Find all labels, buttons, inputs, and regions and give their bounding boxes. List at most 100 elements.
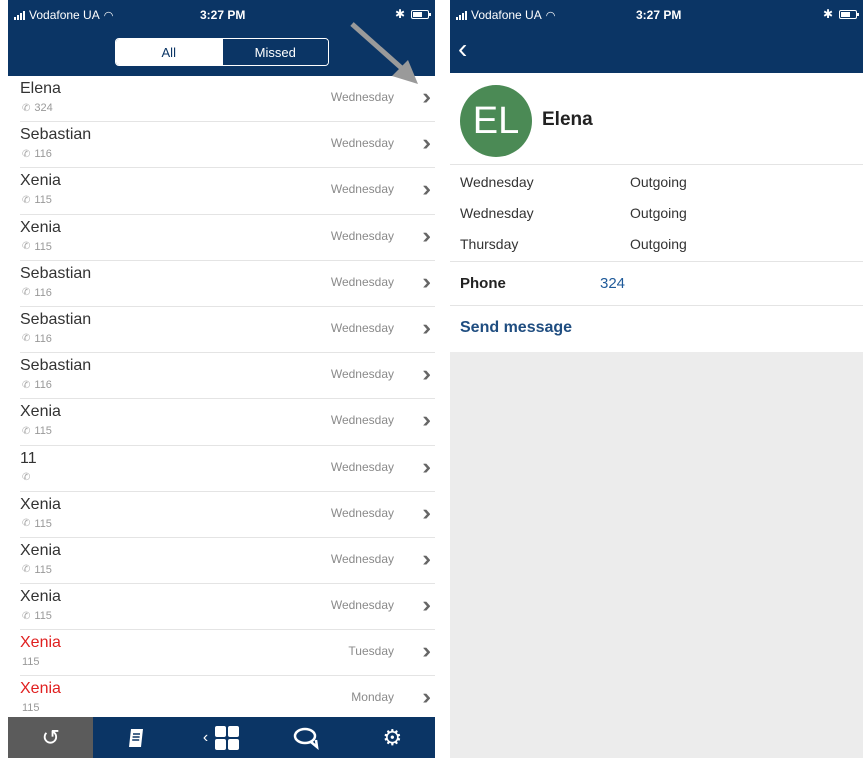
double-chevron-right-icon[interactable]: ›› xyxy=(422,546,430,572)
phone-icon: ✆ xyxy=(22,333,31,345)
status-time: 3:27 PM xyxy=(200,8,246,22)
call-row[interactable]: Sebastian ✆ 116 Wednesday ›› xyxy=(20,122,435,169)
caller-number: 324 xyxy=(34,102,53,114)
caller-number-line: 115 xyxy=(22,656,40,668)
call-day: Wednesday xyxy=(330,367,394,382)
history-day: Thursday xyxy=(460,236,519,252)
double-chevron-right-icon[interactable]: ›› xyxy=(422,269,430,295)
call-row[interactable]: Sebastian ✆ 116 Wednesday ›› xyxy=(20,353,435,400)
double-chevron-right-icon[interactable]: ›› xyxy=(422,638,430,664)
history-row: Wednesday Outgoing xyxy=(450,200,863,231)
back-button[interactable]: ‹ xyxy=(458,35,467,63)
send-message-row[interactable]: Send message xyxy=(450,306,863,352)
call-day: Wednesday xyxy=(330,136,394,151)
call-day: Wednesday xyxy=(330,551,394,566)
caller-number: 115 xyxy=(34,425,52,438)
double-chevron-right-icon[interactable]: ›› xyxy=(422,454,430,480)
double-chevron-right-icon[interactable]: ›› xyxy=(422,500,430,526)
double-chevron-right-icon[interactable]: ›› xyxy=(422,176,430,202)
caller-number-line: ✆ 116 xyxy=(22,148,52,160)
double-chevron-right-icon[interactable]: ›› xyxy=(422,315,430,341)
caller-number-line: ✆ 115 xyxy=(22,610,52,622)
caller-name: Xenia xyxy=(20,172,61,190)
carrier-indicator: Vodafone UA ◠ xyxy=(14,8,113,22)
call-row[interactable]: Xenia ✆ 115 Wednesday ›› xyxy=(20,215,435,261)
caller-number: 115 xyxy=(22,702,40,715)
call-history-screen: Vodafone UA ◠ 3:27 PM ✱ All Missed Elena… xyxy=(8,0,435,758)
call-day: Wednesday xyxy=(330,274,394,289)
chat-icon xyxy=(293,727,319,750)
navigation-bar: ‹ xyxy=(450,29,863,73)
caller-name: Sebastian xyxy=(20,126,92,144)
caller-number-line: ✆ 115 xyxy=(22,241,52,253)
caller-number-line: ✆ 115 xyxy=(22,425,52,437)
caller-number-line: ✆ 115 xyxy=(22,564,52,576)
double-chevron-right-icon[interactable]: ›› xyxy=(422,223,430,249)
caller-name: Sebastian xyxy=(20,264,92,282)
tab-contacts[interactable] xyxy=(93,717,178,758)
call-row[interactable]: Xenia ✆ 115 Wednesday ›› xyxy=(20,538,435,585)
call-row[interactable]: Sebastian ✆ 116 Wednesday ›› xyxy=(20,307,435,354)
call-row[interactable]: 11 ✆ Wednesday ›› xyxy=(20,446,435,492)
bottom-tab-bar: ↺ ‹ ⚙︎ xyxy=(8,717,435,758)
carrier-name: Vodafone UA xyxy=(471,8,542,22)
history-row: Wednesday Outgoing xyxy=(450,169,863,200)
caller-number: 116 xyxy=(34,148,52,161)
call-day: Wednesday xyxy=(330,459,394,474)
call-row[interactable]: Xenia ✆ 115 Wednesday ›› xyxy=(20,584,435,631)
tab-dialpad[interactable]: ‹ xyxy=(179,717,264,758)
battery-icon xyxy=(411,9,431,19)
segment-all[interactable]: All xyxy=(116,39,222,65)
tab-settings[interactable]: ⚙︎ xyxy=(350,717,435,758)
double-chevron-right-icon[interactable]: ›› xyxy=(422,84,430,110)
send-message-button[interactable]: Send message xyxy=(460,319,572,337)
phone-icon: ✆ xyxy=(22,194,31,206)
call-filter-segmented-control: All Missed xyxy=(115,38,329,66)
caller-name: Xenia xyxy=(20,541,61,559)
phone-icon: ✆ xyxy=(22,518,31,530)
segment-missed[interactable]: Missed xyxy=(221,39,328,65)
call-row[interactable]: Xenia 115 Monday ›› xyxy=(20,676,435,723)
caller-number-line: ✆ 115 xyxy=(22,194,52,206)
caller-number-line: ✆ 116 xyxy=(22,333,52,345)
carrier-indicator: Vodafone UA ◠ xyxy=(456,8,555,22)
call-row[interactable]: Xenia ✆ 115 Wednesday ›› xyxy=(20,399,435,446)
double-chevron-right-icon[interactable]: ›› xyxy=(422,130,430,156)
avatar: EL xyxy=(460,85,532,157)
tab-chat[interactable] xyxy=(264,717,349,758)
call-row[interactable]: Elena ✆ 324 Wednesday ›› xyxy=(20,76,435,123)
phone-row[interactable]: Phone 324 xyxy=(450,262,863,306)
caller-number: 115 xyxy=(34,517,52,530)
double-chevron-right-icon[interactable]: ›› xyxy=(422,361,430,387)
call-row[interactable]: Xenia ✆ 115 Wednesday ›› xyxy=(20,492,435,538)
bluetooth-icon: ✱ xyxy=(822,7,833,21)
filter-bar: All Missed xyxy=(8,30,435,76)
call-day: Wednesday xyxy=(330,182,394,197)
caller-number: 115 xyxy=(34,240,52,253)
double-chevron-right-icon[interactable]: ›› xyxy=(422,684,430,710)
caller-number: 116 xyxy=(34,379,52,392)
call-row[interactable]: Xenia 115 Tuesday ›› xyxy=(20,630,435,677)
phone-number-link[interactable]: 324 xyxy=(600,275,625,292)
status-right-icons: ✱ xyxy=(394,7,431,21)
call-row[interactable]: Xenia ✆ 115 Wednesday ›› xyxy=(20,168,435,215)
caller-name: Xenia xyxy=(20,634,61,652)
caller-number-line: ✆ 324 xyxy=(22,102,53,114)
call-row[interactable]: Sebastian ✆ 116 Wednesday ›› xyxy=(20,261,435,307)
call-day: Wednesday xyxy=(330,598,394,613)
phone-icon: ✆ xyxy=(22,564,31,576)
contact-detail-card: EL Elena Wednesday Outgoing Wednesday Outgo… xyxy=(450,73,863,352)
double-chevron-right-icon[interactable]: ›› xyxy=(422,592,430,618)
tab-history[interactable]: ↺ xyxy=(8,717,94,758)
caller-number-line: ✆ xyxy=(22,472,34,483)
call-day: Tuesday xyxy=(348,644,394,659)
bluetooth-icon: ✱ xyxy=(394,7,405,21)
double-chevron-right-icon[interactable]: ›› xyxy=(422,407,430,433)
phone-label: Phone xyxy=(460,275,506,292)
phone-icon: ✆ xyxy=(22,425,31,437)
status-right-icons: ✱ xyxy=(822,7,859,21)
caller-name: 11 xyxy=(20,449,37,467)
caller-number-line: 115 xyxy=(22,702,40,714)
contact-header: EL Elena xyxy=(450,73,863,165)
caller-name: Xenia xyxy=(20,403,61,421)
